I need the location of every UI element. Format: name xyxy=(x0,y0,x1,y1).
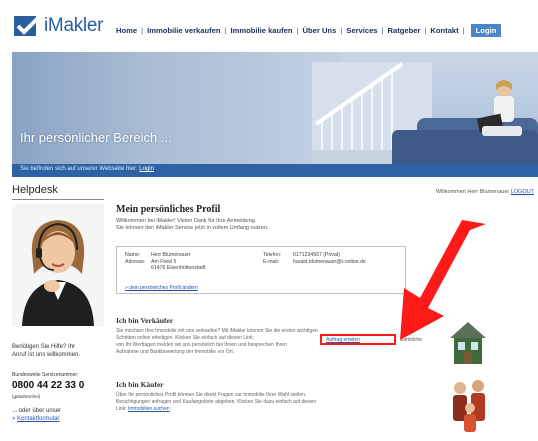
buyer-line-3: Link: xyxy=(116,406,127,412)
email-value: harald.blumenauer@t-online.de xyxy=(293,258,366,265)
hotline-label: Bundesweite Servicenummer: xyxy=(12,372,79,378)
breadcrumb-login-link[interactable]: Login xyxy=(139,166,154,172)
contact-row: » Kontaktformular xyxy=(12,416,60,422)
help-welcome: Anruf ist uns willkommen. xyxy=(12,352,81,358)
buyer-text: Über Ihr persönliches Profil können Sie … xyxy=(116,392,416,413)
breadcrumb-label: Sie befinden sich auf unserer Webseite h… xyxy=(20,166,138,172)
helpdesk-agent-photo xyxy=(12,204,104,326)
helpdesk-title: Helpdesk xyxy=(12,184,104,200)
nav-immobilie-verkaufen[interactable]: Immobilie verkaufen xyxy=(147,26,220,35)
buyers-group-icon xyxy=(446,374,494,434)
buyer-line-2: Besichtigungen anfragen und Kaufangebote… xyxy=(116,399,317,405)
address-line-2: 61476 Eisenhüttenstadt xyxy=(151,265,206,271)
main-nav: Home | Immobilie verkaufen | Immobilie kau… xyxy=(116,24,502,37)
site-header: iMakler Home | Immobilie verkaufen | Immob… xyxy=(0,0,538,52)
seller-title: Ich bin Verkäufer xyxy=(116,316,174,325)
login-button[interactable]: Login xyxy=(470,24,502,37)
or-text: ... oder über unser xyxy=(12,408,62,414)
edit-profile-link[interactable]: » dein persönliches Profil ändern xyxy=(125,285,198,291)
order-link[interactable]: Auftrag erteilen xyxy=(326,337,360,343)
hotline-note: (gebührenfrei) xyxy=(12,394,41,399)
buyer-line-1: Über Ihr persönliches Profil können Sie … xyxy=(116,392,307,398)
hotline-phone: 0800 44 22 33 0 xyxy=(12,380,85,391)
nav-services[interactable]: Services xyxy=(346,26,377,35)
help-question: Benötigen Sie Hilfe? Ihr xyxy=(12,344,76,350)
woman-with-laptop-illustration xyxy=(476,80,522,136)
main-content: Willkommen Herr Blumenauer LOGOUT Mein p… xyxy=(110,184,538,441)
buyer-line-3-row: Link: Immobilien suchen xyxy=(116,406,416,413)
breadcrumb: Sie befinden sich auf unserer Webseite h… xyxy=(20,166,154,172)
hero-wall xyxy=(12,52,342,164)
buyer-title: Ich bin Käufer xyxy=(116,380,164,389)
nav-ratgeber[interactable]: Ratgeber xyxy=(388,26,421,35)
nav-immobilie-kaufen[interactable]: Immobilie kaufen xyxy=(231,26,293,35)
hero-title: Ihr persönlicher Bereich ... xyxy=(20,130,172,145)
breadcrumb-bar: Sie befinden sich auf unserer Webseite h… xyxy=(12,164,538,177)
nav-ueber-uns[interactable]: Über Uns xyxy=(303,26,337,35)
profile-title: Mein persönliches Profil xyxy=(116,204,221,215)
nav-kontakt[interactable]: Kontakt xyxy=(430,26,458,35)
email-label: E-mail: xyxy=(263,258,280,265)
welcome-text: Willkommen Herr Blumenauer xyxy=(435,189,510,195)
headset-agent-icon xyxy=(12,204,104,326)
profile-info-box: Name: Herr Blumenauer Telefon: 017123456… xyxy=(116,246,406,294)
logo-text: iMakler xyxy=(44,15,104,36)
contact-form-link[interactable]: Kontaktformular xyxy=(17,416,59,422)
highlighted-order-link-box: Auftrag erteilen xyxy=(320,334,396,345)
logo-check-icon xyxy=(14,14,42,36)
seller-line-5: Aufnahme und Bankbewertung der Immobilie… xyxy=(116,349,235,355)
logout-link[interactable]: LOGOUT xyxy=(511,189,534,195)
search-properties-link[interactable]: Immobilien suchen xyxy=(128,406,170,412)
intro-line-1: Willkommen bei iMakler! Vielen Dank für … xyxy=(116,218,257,224)
helpdesk-sidebar: Helpdesk Benötigen Sie Hilfe? Ihr Anruf … xyxy=(12,184,104,441)
hero-banner: Ihr persönlicher Bereich ... xyxy=(12,52,538,164)
profile-info-grid: Name: Herr Blumenauer Telefon: 017123456… xyxy=(125,252,366,272)
imakler-logo[interactable]: iMakler xyxy=(14,14,103,38)
intro-line-2: Sie können den iMakler Service jetzt in … xyxy=(116,225,269,231)
nav-home[interactable]: Home xyxy=(116,26,137,35)
welcome-bar: Willkommen Herr Blumenauer LOGOUT xyxy=(436,189,534,195)
red-arrow-pointer-icon xyxy=(400,220,486,340)
